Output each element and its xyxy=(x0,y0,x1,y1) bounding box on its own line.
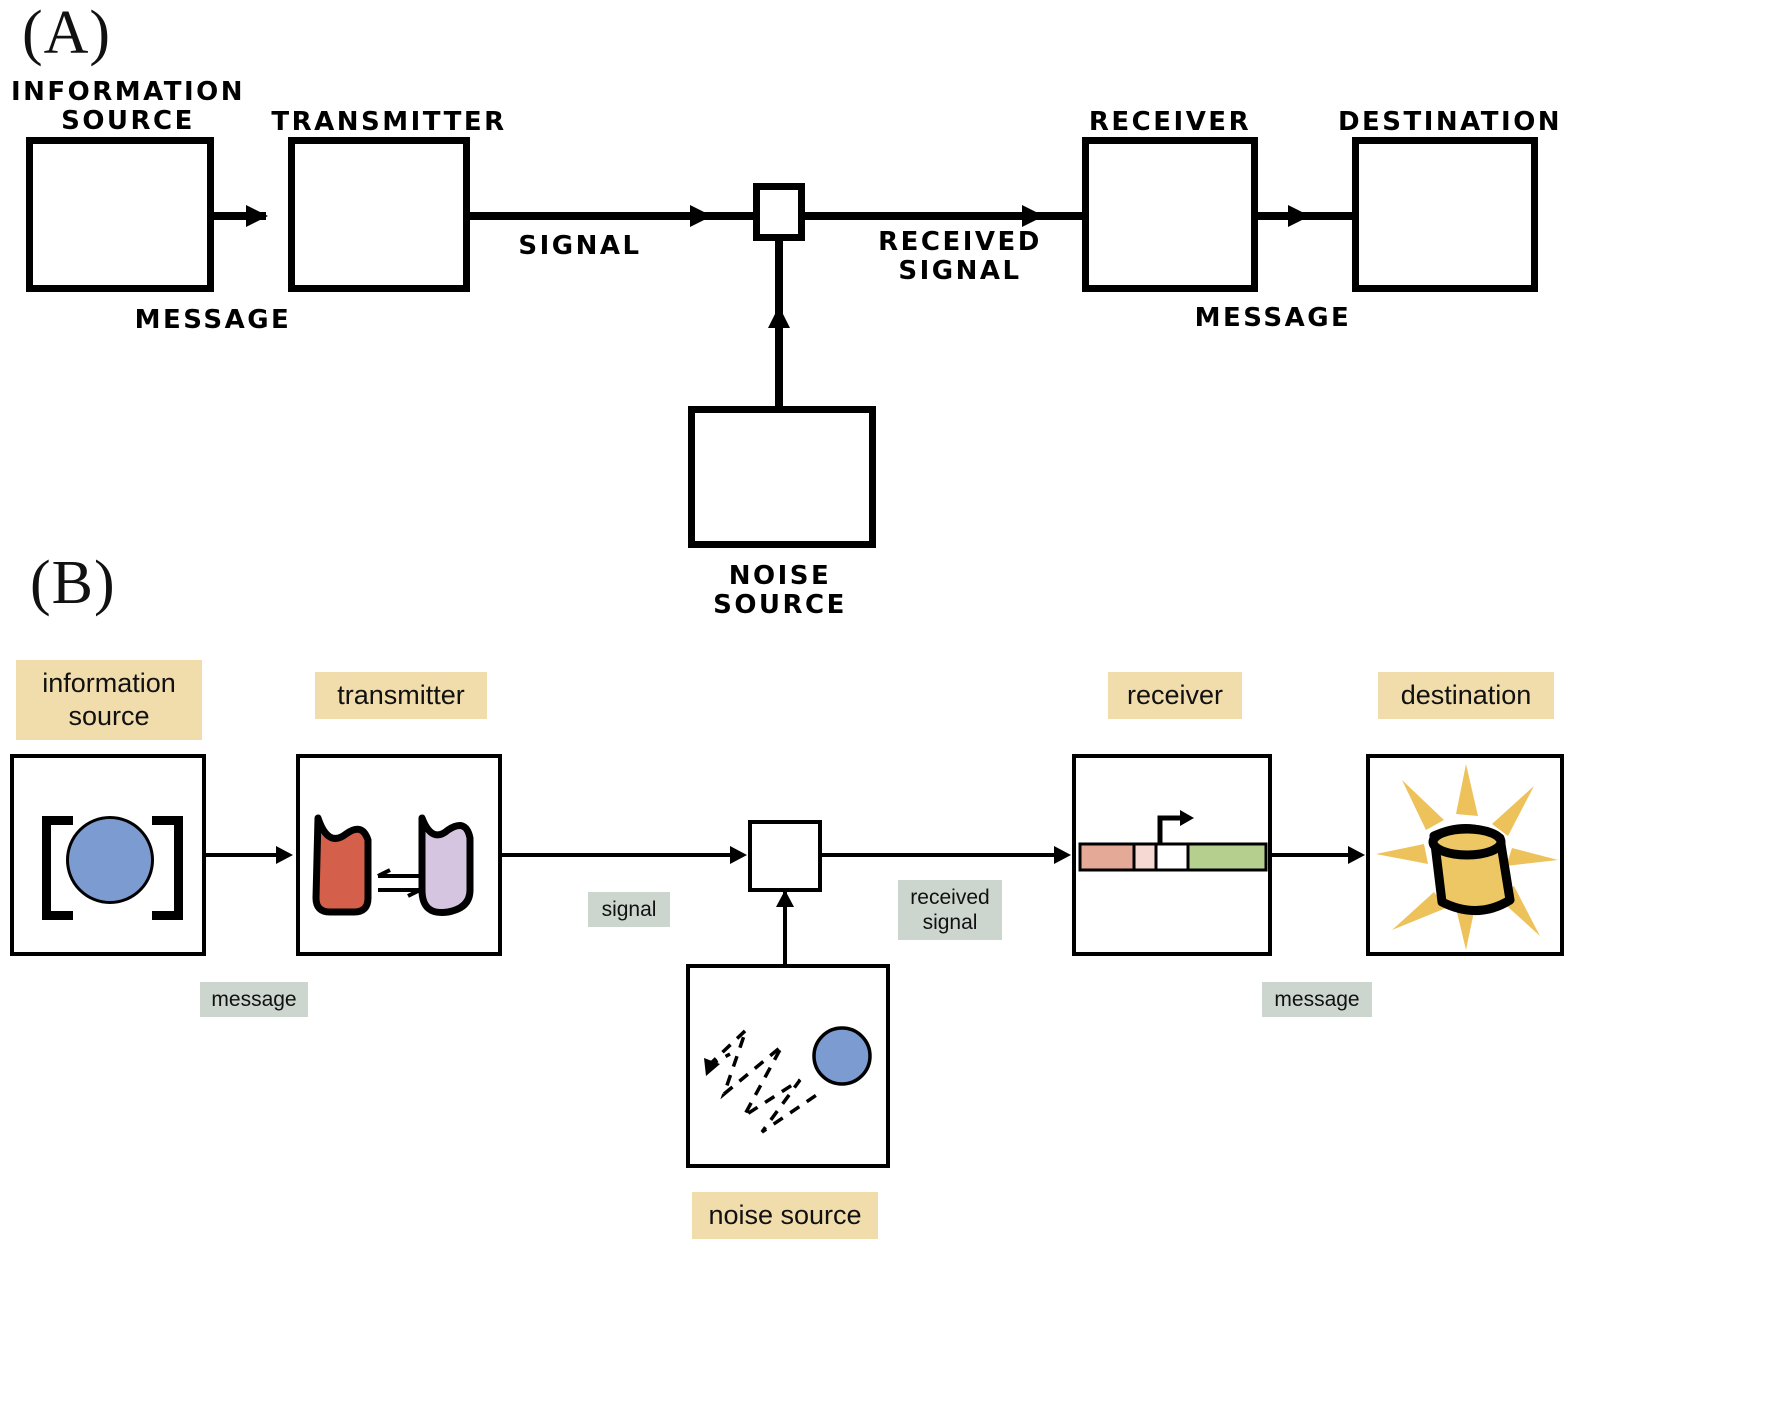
panel-a-box-transmitter xyxy=(288,137,470,292)
panel-b-tag-information-source: information source xyxy=(16,660,202,740)
panel-a-label-receiver: RECEIVER xyxy=(1088,107,1252,137)
panel-b-box-destination xyxy=(1366,754,1564,956)
panel-b-connector-receiver-destination xyxy=(1272,853,1354,857)
panel-b-tag-destination: destination xyxy=(1378,672,1554,719)
panel-a-flowlabel-message-right: MESSAGE xyxy=(1194,303,1352,333)
panel-b-box-channel-junction xyxy=(748,820,822,892)
panel-a-label-information-source: INFORMATION SOURCE xyxy=(10,77,246,137)
panel-b-connector-source-transmitter xyxy=(206,853,282,857)
gene-segment-green-icon xyxy=(1186,842,1268,872)
panel-b-tag-transmitter: transmitter xyxy=(315,672,487,719)
panel-a-box-receiver xyxy=(1082,137,1258,292)
panel-a-arrowhead-source-transmitter xyxy=(246,205,268,227)
panel-a-flowlabel-message-left: MESSAGE xyxy=(134,305,292,335)
panel-a-box-noise-source xyxy=(688,406,876,548)
gene-segment-white-icon xyxy=(1154,842,1190,872)
panel-a-arrowhead-signal xyxy=(690,205,712,227)
panel-a-arrowhead-noise xyxy=(768,306,790,328)
panel-a-box-information-source xyxy=(26,137,214,292)
panel-b-tag-noise-source: noise source xyxy=(692,1192,878,1239)
inducer-molecule-icon xyxy=(66,816,154,904)
noise-molecule-icon xyxy=(812,1026,872,1086)
panel-b-flowlabel-message-right: message xyxy=(1262,982,1372,1018)
beta-barrel-icon xyxy=(1428,823,1515,915)
fluorescent-reporter-diagram xyxy=(1376,764,1558,950)
panel-a-label-noise-source: NOISE SOURCE xyxy=(713,561,847,621)
right-bracket-icon xyxy=(152,816,183,920)
panel-a-box-channel-junction xyxy=(753,183,805,241)
panel-b-box-receiver xyxy=(1072,754,1272,956)
panel-a-arrowhead-received-signal xyxy=(1022,205,1044,227)
panel-b-box-transmitter xyxy=(296,754,502,956)
panel-b-box-information-source xyxy=(10,754,206,956)
panel-b-flowlabel-received-signal: received signal xyxy=(898,880,1002,941)
panel-b-box-noise-source xyxy=(686,964,890,1168)
enzyme-purple-icon xyxy=(418,814,474,917)
panel-a-label-transmitter: TRANSMITTER xyxy=(271,107,507,137)
panel-b-arrowhead-signal xyxy=(730,846,747,864)
panel-b-arrowhead-received-signal xyxy=(1054,846,1071,864)
panel-b-arrowhead-source-transmitter xyxy=(276,846,293,864)
gene-segment-pink-icon xyxy=(1132,842,1158,872)
panel-a-letter: (A) xyxy=(22,0,112,67)
random-walk-diagram xyxy=(704,1026,872,1134)
gene-segment-salmon-icon xyxy=(1078,842,1136,872)
gene-construct-diagram xyxy=(1078,810,1268,872)
promoter-arrow-icon xyxy=(1157,810,1194,844)
panel-b-letter: (B) xyxy=(30,549,116,617)
panel-a-flowlabel-signal: SIGNAL xyxy=(518,231,642,261)
panel-b-flowlabel-signal: signal xyxy=(588,892,670,928)
enzyme-pair-diagram xyxy=(312,814,474,917)
brownian-path-icon xyxy=(706,1028,819,1134)
panel-b-tag-receiver: receiver xyxy=(1108,672,1242,719)
panel-b-arrowhead-receiver-destination xyxy=(1348,846,1365,864)
panel-b-connector-transmitter-channel xyxy=(502,853,734,857)
panel-b-flowlabel-message-left: message xyxy=(200,982,308,1018)
panel-b-arrowhead-noise xyxy=(776,890,794,907)
enzyme-red-icon xyxy=(312,814,372,916)
panel-a-arrowhead-receiver-destination xyxy=(1288,205,1310,227)
panel-b-connector-channel-receiver xyxy=(822,853,1058,857)
panel-a-box-destination xyxy=(1352,137,1538,292)
panel-a-label-destination: DESTINATION xyxy=(1337,107,1563,137)
panel-a-flowlabel-received-signal: RECEIVED SIGNAL xyxy=(878,227,1042,287)
reversible-reaction-arrows-icon xyxy=(377,868,421,898)
